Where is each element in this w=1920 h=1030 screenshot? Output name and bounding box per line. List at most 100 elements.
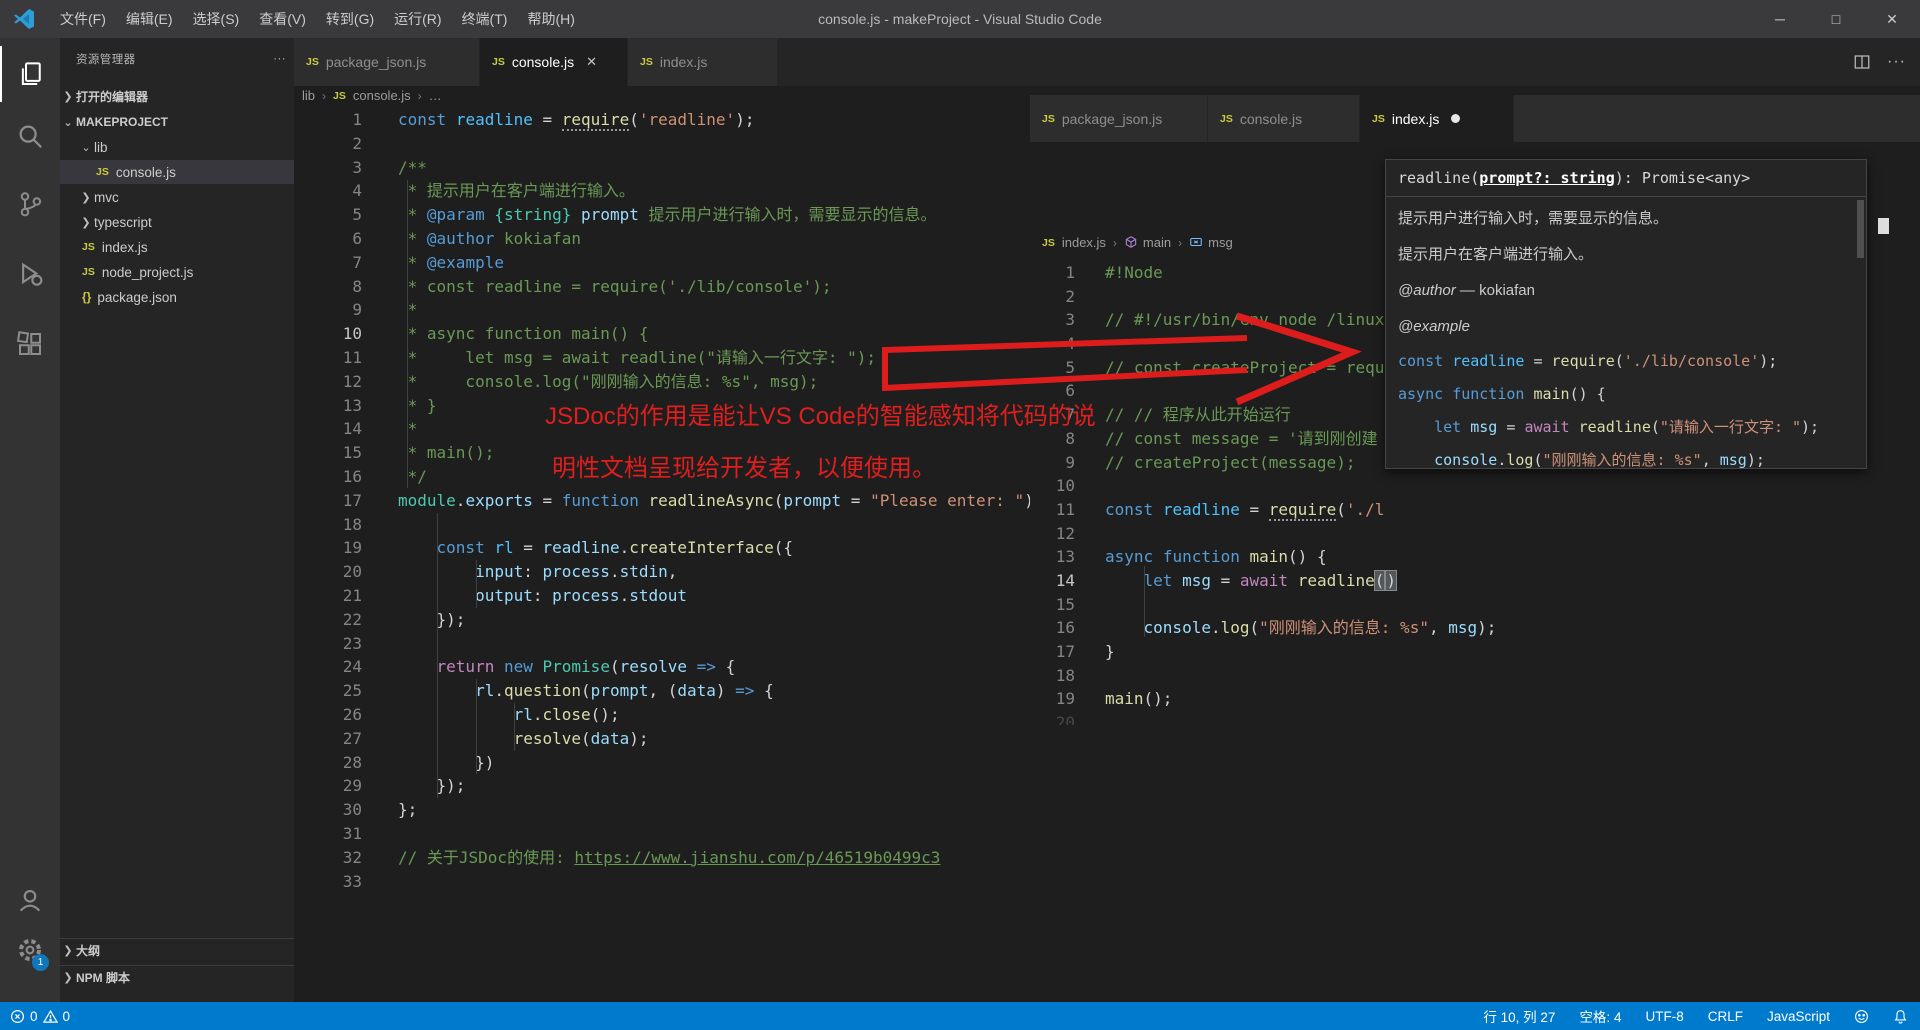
account-icon[interactable] — [0, 872, 60, 928]
tab-index-js[interactable]: JS index.js — [628, 38, 778, 86]
cursor-position-status[interactable]: 行 10, 列 27 — [1483, 1006, 1555, 1026]
tooltip-scrollbar[interactable] — [1857, 200, 1864, 258]
sidebar-more-icon[interactable]: ··· — [273, 53, 286, 65]
breadcrumb-separator: › — [417, 88, 422, 103]
notifications-bell-icon[interactable] — [1893, 1009, 1908, 1024]
vscode-logo-icon — [14, 9, 34, 29]
menu-selection[interactable]: 选择(S) — [183, 0, 250, 38]
js-file-icon: JS — [1042, 112, 1055, 125]
eol-status[interactable]: CRLF — [1708, 1009, 1743, 1024]
activity-bar: 1 — [0, 38, 60, 1002]
dirty-dot-icon[interactable] — [1451, 114, 1461, 123]
tooltip-example-line: @example — [1398, 318, 1470, 335]
section-outline[interactable]: ❯ 大纲 — [60, 938, 294, 962]
search-icon[interactable] — [0, 108, 60, 164]
minimize-button[interactable]: ─ — [1752, 0, 1808, 38]
source-control-icon[interactable] — [0, 176, 60, 232]
tab-console-js[interactable]: JS console.js ✕ — [480, 38, 628, 86]
section-open-editors[interactable]: ❯ 打开的编辑器 — [60, 84, 294, 108]
section-npm-scripts[interactable]: ❯ NPM 脚本 — [60, 965, 294, 989]
js-file-icon: JS — [1372, 112, 1385, 125]
settings-gear-icon[interactable] — [0, 922, 60, 978]
tree-item-node-project-js[interactable]: JS node_project.js — [60, 260, 294, 284]
tree-item-package-json[interactable]: {} package.json — [60, 285, 294, 309]
warning-icon — [42, 1009, 58, 1023]
menu-terminal[interactable]: 终端(T) — [452, 0, 518, 38]
tabbar-empty-space — [1514, 95, 1920, 142]
tooltip-author-line: @author — kokiafan — [1398, 282, 1535, 299]
indent-guide — [407, 180, 408, 488]
js-file-icon: JS — [96, 166, 109, 178]
tab-index-js[interactable]: JS index.js — [1360, 95, 1514, 142]
symbol-method-icon — [1124, 235, 1138, 250]
hover-tooltip: readline(prompt?: string): Promise<any> … — [1385, 159, 1867, 469]
code-editor-console-js[interactable]: 1 const readline = require('readline'); 2 3… — [294, 108, 1030, 1002]
chevron-right-icon: ❯ — [81, 216, 91, 229]
js-file-icon: JS — [640, 56, 653, 68]
json-file-icon: {} — [82, 290, 92, 304]
tree-item-mvc[interactable]: ❯ mvc — [60, 185, 294, 209]
js-file-icon: JS — [1042, 236, 1055, 249]
editor-more-actions-icon[interactable]: ··· — [1887, 53, 1906, 71]
chevron-right-icon: ❯ — [63, 945, 73, 957]
breadcrumb-separator: › — [1178, 235, 1183, 250]
tab-close-icon[interactable]: ✕ — [586, 54, 597, 70]
right-tab-bar: JS package_json.js JS console.js JS inde… — [1030, 95, 1920, 142]
annotation-text-line2: 明性文档呈现给开发者，以便使用。 — [552, 455, 936, 482]
scrollbar-marker[interactable] — [1878, 218, 1889, 234]
indent-guide — [514, 703, 515, 751]
feedback-smiley-icon[interactable] — [1854, 1009, 1869, 1024]
run-debug-icon[interactable] — [0, 246, 60, 302]
status-bar: 0 0 行 10, 列 27 空格: 4 UTF-8 CRLF JavaScri… — [0, 1002, 1920, 1030]
js-file-icon: JS — [1220, 112, 1233, 125]
tooltip-doc-line: 提示用户在客户端进行输入。 — [1398, 246, 1594, 263]
menu-file[interactable]: 文件(F) — [50, 0, 116, 38]
chevron-down-icon: ⌄ — [81, 141, 91, 154]
maximize-button[interactable]: □ — [1808, 0, 1864, 38]
indentation-status[interactable]: 空格: 4 — [1579, 1006, 1621, 1026]
annotation-text-line1: JSDoc的作用是能让VS Code的智能感知将代码的说 — [545, 403, 1096, 430]
explorer-sidebar: 资源管理器 ··· ❯ 打开的编辑器 ⌄ MAKEPROJECT ⌄ lib J… — [60, 38, 294, 1002]
window-title: console.js - makeProject - Visual Studio… — [818, 11, 1102, 27]
tree-item-typescript[interactable]: ❯ typescript — [60, 210, 294, 234]
explorer-icon[interactable] — [0, 46, 60, 102]
chevron-down-icon: ⌄ — [63, 116, 73, 129]
menu-view[interactable]: 查看(V) — [249, 0, 316, 38]
sidebar-title: 资源管理器 — [76, 54, 136, 66]
js-file-icon: JS — [82, 241, 95, 253]
tab-console-js[interactable]: JS console.js — [1208, 95, 1360, 142]
breadcrumb-separator: › — [322, 88, 327, 103]
split-editor-icon[interactable] — [1853, 53, 1871, 71]
left-tab-bar: JS package_json.js JS console.js ✕ JS in… — [294, 38, 1920, 86]
error-icon — [10, 1009, 25, 1023]
tab-package-json-js[interactable]: JS package_json.js — [294, 38, 480, 86]
js-file-icon: JS — [82, 266, 95, 278]
breadcrumb[interactable]: JS index.js › main › msg — [1042, 235, 1233, 250]
settings-badge: 1 — [32, 954, 49, 971]
indent-guide — [476, 679, 477, 774]
tree-item-console-js[interactable]: JS console.js — [60, 160, 294, 184]
menu-run[interactable]: 运行(R) — [384, 0, 451, 38]
titlebar: 文件(F) 编辑(E) 选择(S) 查看(V) 转到(G) 运行(R) 终端(T… — [0, 0, 1920, 38]
breadcrumb-separator: › — [1112, 235, 1117, 250]
tooltip-doc-line: 提示用户进行输入时，需要显示的信息。 — [1398, 210, 1669, 227]
section-workspace[interactable]: ⌄ MAKEPROJECT — [60, 110, 294, 134]
chevron-right-icon: ❯ — [81, 191, 91, 204]
js-file-icon: JS — [333, 89, 346, 102]
menu-help[interactable]: 帮助(H) — [517, 0, 584, 38]
chevron-right-icon: ❯ — [63, 90, 73, 103]
tab-package-json-js[interactable]: JS package_json.js — [1030, 95, 1208, 142]
menu-go[interactable]: 转到(G) — [316, 0, 384, 38]
indent-guide — [437, 513, 438, 798]
encoding-status[interactable]: UTF-8 — [1645, 1009, 1683, 1024]
menu-edit[interactable]: 编辑(E) — [116, 0, 183, 38]
extensions-icon[interactable] — [0, 316, 60, 372]
problems-status[interactable]: 0 0 — [10, 1009, 70, 1024]
close-button[interactable]: ✕ — [1864, 0, 1920, 38]
language-mode-status[interactable]: JavaScript — [1767, 1009, 1830, 1024]
chevron-right-icon: ❯ — [63, 972, 73, 984]
breadcrumb[interactable]: lib › JS console.js › … — [302, 88, 442, 103]
symbol-variable-icon — [1189, 235, 1203, 250]
tree-item-lib[interactable]: ⌄ lib — [60, 135, 294, 159]
tree-item-index-js[interactable]: JS index.js — [60, 235, 294, 259]
